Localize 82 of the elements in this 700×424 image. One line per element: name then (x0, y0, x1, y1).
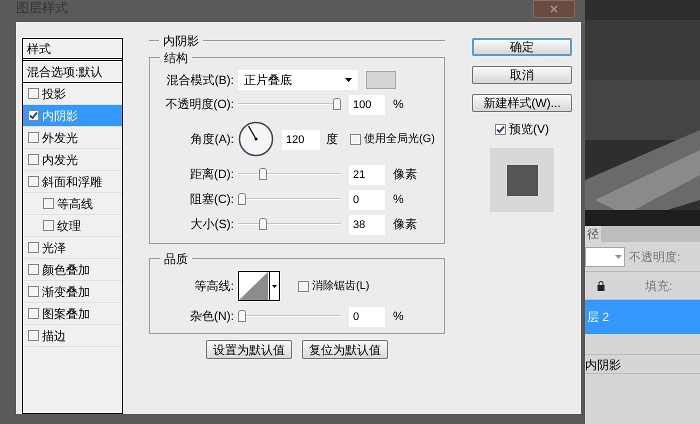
group-title: 内阴影 (159, 32, 203, 50)
style-list-item[interactable]: 外发光 (23, 127, 122, 149)
number-field[interactable]: 21 (349, 165, 385, 185)
default-button[interactable]: 设置为默认值 (206, 340, 292, 359)
field-label: 不透明度(O): (164, 96, 234, 113)
dialog-button[interactable]: 确定 (472, 38, 572, 56)
contour-picker[interactable] (238, 271, 280, 301)
style-list-item[interactable]: 光泽 (23, 237, 122, 259)
checkmark-icon (496, 124, 505, 134)
unit-label: 像素 (393, 216, 417, 233)
color-swatch[interactable] (366, 71, 396, 89)
number-field[interactable]: 100 (349, 95, 385, 115)
field-label: 大小(S): (190, 216, 234, 233)
checkbox[interactable] (350, 134, 361, 144)
number-field[interactable]: 0 (349, 307, 385, 327)
style-list-item[interactable]: 图案叠加 (23, 303, 122, 325)
effect-row[interactable]: 内阴影 (585, 354, 700, 374)
style-list-item[interactable]: 渐变叠加 (23, 281, 122, 303)
unit-label: 度 (326, 131, 338, 148)
default-button[interactable]: 复位为默认值 (302, 340, 388, 359)
slider-thumb[interactable] (238, 193, 246, 205)
checkmark-icon (29, 111, 38, 120)
checkbox[interactable] (43, 198, 54, 209)
blend-dropdown[interactable] (585, 246, 625, 266)
caret-icon (615, 254, 622, 258)
unit-label: 像素 (393, 166, 417, 183)
panel-tab[interactable]: 径 (585, 226, 601, 242)
angle-dial[interactable] (238, 121, 274, 157)
group-title: 品质 (160, 250, 192, 268)
slider-thumb[interactable] (258, 218, 267, 230)
slider-thumb[interactable] (333, 98, 341, 110)
slider-thumb[interactable] (238, 310, 246, 322)
slider-thumb[interactable] (258, 168, 267, 180)
checkbox[interactable] (495, 124, 506, 134)
checkbox[interactable] (28, 242, 39, 253)
contour-curve-icon (239, 272, 269, 300)
field-label: 角度(A): (190, 131, 234, 148)
preview-square (506, 164, 538, 196)
checkbox-label: 消除锯齿(L) (312, 278, 370, 294)
field-label: 等高线: (194, 278, 234, 295)
checkbox[interactable] (28, 264, 39, 275)
close-button[interactable] (533, 0, 575, 18)
checkbox[interactable] (28, 308, 39, 319)
style-list-item[interactable]: 等高线 (23, 193, 122, 215)
unit-label: % (393, 191, 404, 208)
checkbox[interactable] (28, 286, 39, 297)
style-list-item[interactable]: 颜色叠加 (23, 259, 122, 281)
number-field[interactable]: 120 (282, 130, 320, 150)
number-field[interactable]: 0 (349, 190, 385, 210)
checkbox-label: 预览(V) (509, 121, 549, 138)
checkbox[interactable] (28, 176, 39, 187)
checkbox[interactable] (298, 280, 309, 292)
fill-label: 填充: (645, 278, 672, 294)
checkbox[interactable] (28, 154, 39, 165)
checkbox-label: 使用全局光(G) (364, 132, 435, 147)
checkbox[interactable] (28, 330, 39, 341)
unit-label: % (393, 308, 404, 325)
caret-icon (345, 78, 352, 82)
blend-mode-dropdown[interactable]: 正片叠底 (238, 70, 358, 90)
checkbox[interactable] (28, 132, 39, 143)
style-list-item[interactable]: 斜面和浮雕 (23, 171, 122, 193)
close-icon (550, 5, 558, 13)
checkbox[interactable] (28, 110, 39, 121)
field-label: 混合模式(B): (166, 72, 234, 89)
field-label: 杂色(N): (189, 308, 234, 325)
opacity-label: 不透明度: (629, 248, 680, 266)
field-label: 距离(D): (189, 166, 234, 183)
dialog-button[interactable]: 取消 (472, 66, 572, 84)
group-title: 结构 (160, 49, 192, 67)
checkbox[interactable] (28, 88, 39, 99)
list-header: 样式 (23, 39, 122, 61)
style-list-item[interactable]: 内发光 (23, 149, 122, 171)
unit-label: % (393, 96, 404, 113)
style-list-item[interactable]: 混合选项:默认 (23, 61, 122, 83)
style-list-item[interactable]: 描边 (23, 325, 122, 347)
number-field[interactable]: 38 (349, 215, 385, 235)
caret-icon (272, 284, 277, 288)
lock-icon (597, 280, 605, 290)
field-label: 阻塞(C): (189, 191, 234, 208)
style-list-item[interactable]: 纹理 (23, 215, 122, 237)
checkbox[interactable] (43, 220, 54, 231)
dialog-button[interactable]: 新建样式(W)... (472, 94, 572, 112)
